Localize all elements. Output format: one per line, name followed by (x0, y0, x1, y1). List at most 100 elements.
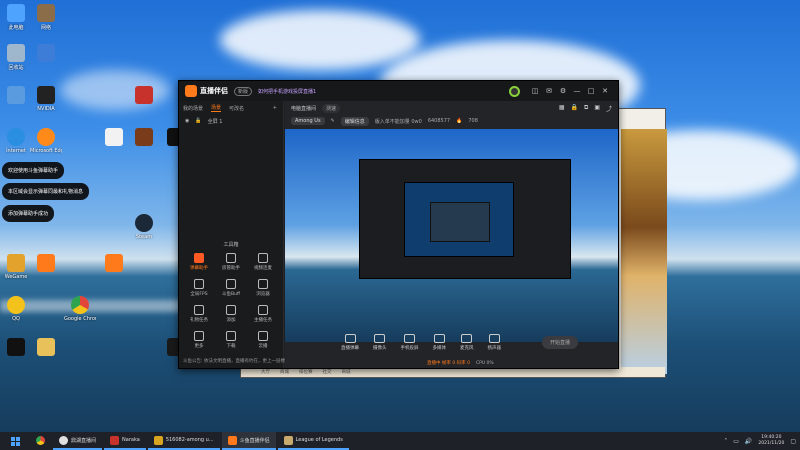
network-icon (37, 4, 55, 22)
message-icon[interactable]: ✉ (542, 84, 556, 98)
league-icon (283, 435, 293, 445)
notice-text[interactable]: 如何把手机游戏投屏直播1 (258, 88, 509, 95)
gift-icon (194, 305, 204, 315)
tool-gift-task[interactable]: 礼物任务 (183, 305, 215, 323)
taskbar-item-browser[interactable]: 鼎湖直播间 (53, 432, 103, 450)
desktop-icon-app3[interactable] (98, 254, 130, 272)
grid-icon[interactable]: ▦ (559, 104, 565, 113)
tool-download[interactable]: 下载 (215, 331, 247, 349)
start-live-button[interactable]: 开始直播 (541, 335, 578, 349)
edit-info-button[interactable]: 编辑信息 (340, 116, 369, 126)
app-logo-icon (185, 85, 197, 97)
microphone-control[interactable]: 麦克风 (460, 333, 474, 351)
taskbar-item-lol[interactable]: League of Legends (277, 432, 349, 450)
live-main-area: 电脑直播间 测速 ▦ 🔒 ⧉ ▣ ⤴ Among Us ✎ 编辑信息 版入单不能… (285, 101, 618, 368)
taskbar-item-among-us[interactable]: 516082-among u... (147, 432, 220, 450)
danmu-control[interactable]: 直播弹幕 (341, 333, 359, 351)
desktop-icon-network[interactable]: 网络 (30, 4, 62, 31)
tool-danmu-helper[interactable]: 弹幕助手 (183, 253, 215, 271)
tool-add[interactable]: 添加 (215, 305, 247, 323)
phone-cast-control[interactable]: 手机投屏 (401, 333, 419, 351)
version-pill[interactable]: 新版 (234, 86, 253, 96)
tool-more[interactable]: 更多 (183, 331, 215, 349)
desktop-icon-app2[interactable] (30, 254, 62, 272)
desktop-icon-wegame[interactable]: WeGame (0, 254, 32, 280)
copy-icon[interactable]: ⧉ (584, 104, 588, 113)
settings-icon[interactable]: ⚙ (556, 84, 570, 98)
desktop-icon-recycle[interactable]: 回收站 (0, 44, 32, 71)
desktop-icon-app4[interactable] (0, 338, 32, 356)
tab-rename[interactable]: 可改名 (229, 105, 244, 112)
volume-icon[interactable]: 🔊 (745, 438, 752, 445)
tool-browser[interactable]: 浏览器 (247, 279, 279, 297)
speaker-control[interactable]: 扬声器 (488, 333, 501, 351)
fans-count: 6408577 (427, 118, 451, 124)
notification-icon[interactable]: ▢ (790, 438, 796, 445)
desktop-icon-doc[interactable] (98, 128, 130, 146)
desktop-icon-qq[interactable]: QQ (0, 296, 32, 322)
download-icon (226, 305, 236, 315)
tool-cloud[interactable]: 云播 (247, 331, 279, 349)
desktop-icon-app[interactable] (30, 44, 62, 62)
tool-room-admin[interactable]: 房管助手 (215, 253, 247, 271)
tab-scenes[interactable]: 场景 (211, 104, 222, 112)
game-nav-item[interactable]: 大厅 (261, 369, 270, 375)
stream-status: 直播中 帧率 0 码率 0 CPU 0% (427, 361, 494, 366)
camera-icon (374, 333, 386, 343)
taskbar-item-douyu[interactable]: 斗鱼直播伴侣 (221, 432, 276, 450)
desktop-icon-game2[interactable] (128, 128, 160, 146)
lock-icon[interactable]: 🔓 (195, 118, 201, 124)
scene-item[interactable]: ◉ 🔓 全屏 1 (179, 115, 283, 127)
desktop-icon-steam[interactable]: Steam (128, 214, 160, 240)
chevron-up-icon[interactable]: ˄ (724, 438, 727, 445)
taskbar-item-naraka[interactable]: Naraka (104, 432, 146, 450)
save-icon[interactable]: ▣ (594, 104, 600, 113)
network-icon[interactable]: ▭ (733, 438, 739, 445)
desktop-icon-nvidia[interactable]: NVIDIA (30, 86, 62, 112)
app-icon (105, 254, 123, 272)
media-icon (433, 333, 445, 343)
desktop-icon-folder2[interactable] (30, 338, 62, 356)
maximize-button[interactable]: □ (584, 84, 598, 98)
start-button[interactable] (0, 432, 30, 450)
desktop-icon-ie[interactable]: Internet (0, 128, 32, 154)
announcement-text[interactable]: 斗鱼公告: 依法文明直播，直播有约在，更上一层楼 (183, 358, 285, 364)
stream-preview[interactable] (285, 129, 618, 342)
lock-icon[interactable]: 🔒 (571, 104, 578, 113)
close-button[interactable]: ✕ (598, 84, 612, 98)
tool-fps[interactable]: 全局FPS (183, 279, 215, 297)
desktop-icon-folder[interactable] (0, 86, 32, 104)
app-titlebar[interactable]: 直播伴侣 新版 如何把手机游戏投屏直播1 ◫ ✉ ⚙ — □ ✕ (179, 81, 618, 101)
live-control-bar: 直播弹幕 摄像头 手机投屏 多媒体 麦克风 扬声器 开始直播 (285, 326, 618, 358)
speaker-icon (488, 333, 500, 343)
user-avatar[interactable] (509, 85, 520, 97)
minimize-button[interactable]: — (570, 84, 584, 98)
tool-anchor-task[interactable]: 主播任务 (247, 305, 279, 323)
game-nav-item[interactable]: 排位赛 (299, 369, 313, 375)
streaming-app-window[interactable]: 直播伴侣 新版 如何把手机游戏投屏直播1 ◫ ✉ ⚙ — □ ✕ 我的场景 场景… (178, 80, 619, 369)
desktop-icon-this-pc[interactable]: 此电脑 (0, 4, 32, 31)
game-nav-item[interactable]: 商城 (280, 369, 289, 375)
game-nav-item[interactable]: 社交 (323, 369, 332, 375)
share-icon[interactable]: ⤴ (606, 104, 612, 113)
media-control[interactable]: 多媒体 (433, 333, 446, 351)
speedtest-tab[interactable]: 测速 (322, 103, 341, 113)
desktop-icon-chrome[interactable]: Google Chrome (64, 296, 96, 322)
desktop-icon-edge[interactable]: Microsoft Edge (30, 128, 62, 154)
camera-control[interactable]: 摄像头 (373, 333, 387, 351)
desktop-icon-game1[interactable] (128, 86, 160, 104)
add-scene-icon[interactable]: + (273, 105, 277, 111)
edit-icon[interactable]: ✎ (331, 118, 335, 124)
danmu-toast-welcome: 欢迎使用斗鱼弹幕助手 (2, 162, 65, 179)
clock[interactable]: 19:40:20 2021/11/20 (758, 435, 784, 447)
tool-buff[interactable]: 斗鱼Buff (215, 279, 247, 297)
game-category[interactable]: Among Us (291, 117, 325, 125)
room-tab[interactable]: 电脑直播间 (291, 105, 316, 112)
skin-icon[interactable]: ◫ (528, 84, 542, 98)
eye-icon[interactable]: ◉ (185, 118, 189, 124)
taskbar-chrome[interactable] (30, 432, 51, 450)
game-nav-item[interactable]: 商城 (342, 369, 351, 375)
tool-video-link[interactable]: 视频连麦 (247, 253, 279, 271)
tab-my-scenes[interactable]: 我的场景 (183, 105, 203, 112)
phone-icon (404, 333, 415, 343)
